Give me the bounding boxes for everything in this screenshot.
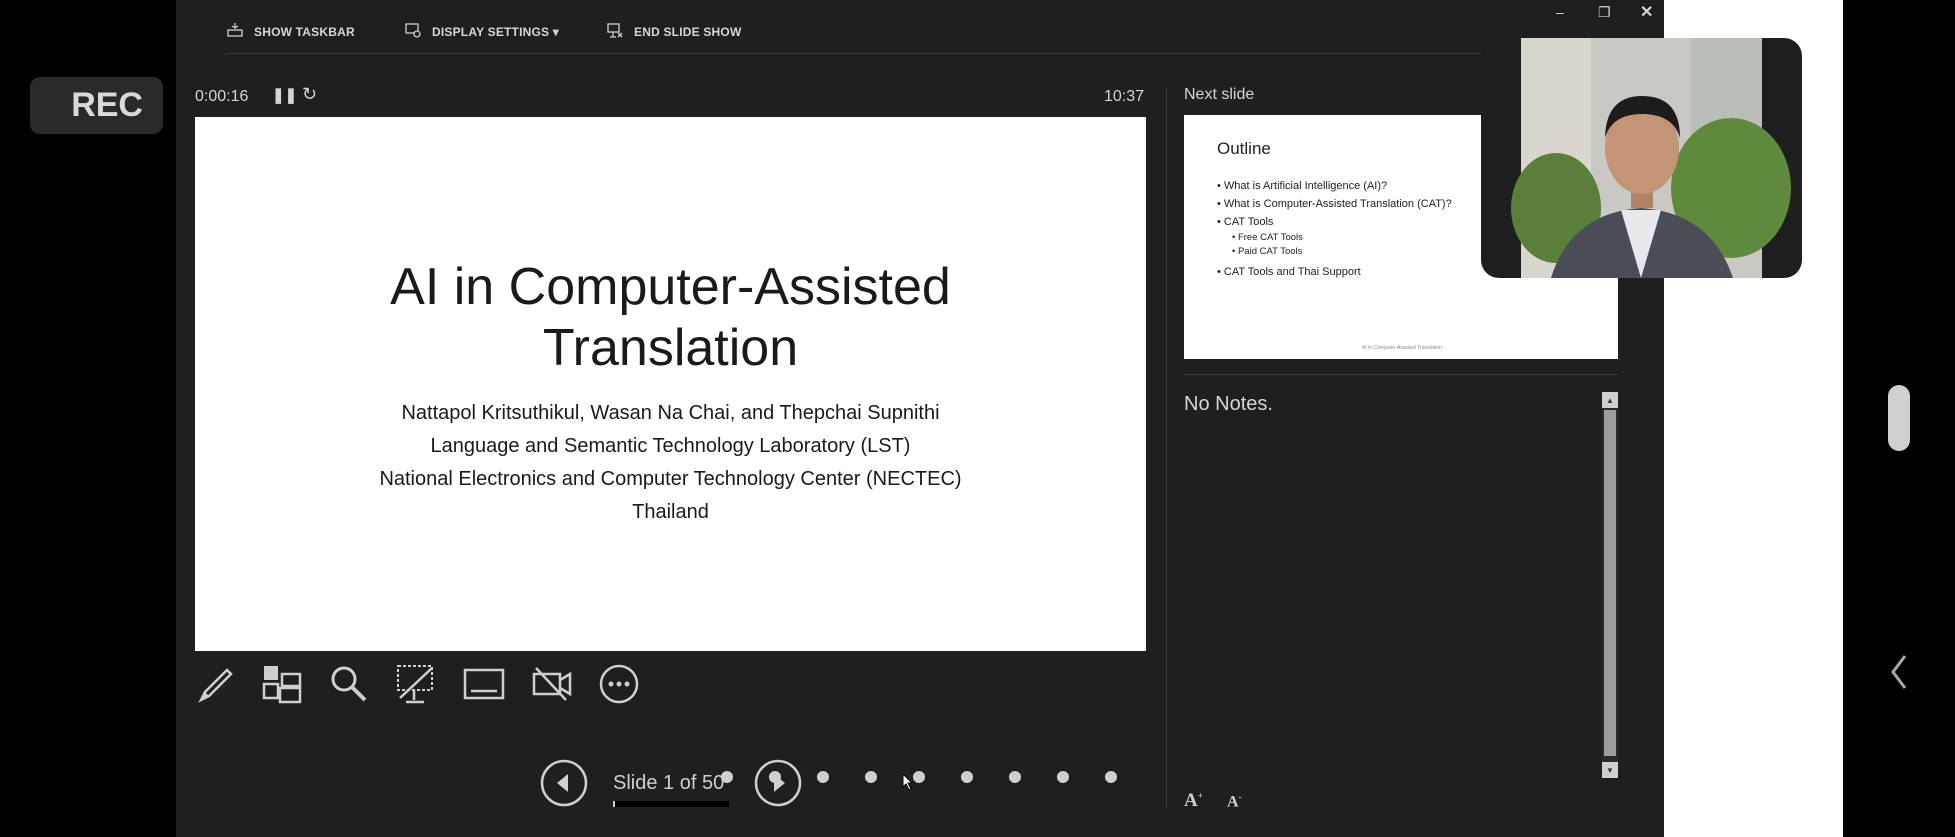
slide-progress-track — [613, 801, 729, 807]
notes-divider — [1184, 374, 1618, 375]
end-slide-show-label: END SLIDE SHOW — [634, 24, 742, 39]
elapsed-timer: 0:00:16 — [195, 88, 249, 105]
show-taskbar-button[interactable]: SHOW TASKBAR — [226, 21, 355, 42]
next-slide-footer: AI in Computer-Assisted Translation — [1362, 345, 1442, 351]
bullet-item: • CAT Tools and Thai Support — [1217, 266, 1361, 278]
notes-scrollbar[interactable]: ▲ ▼ — [1602, 392, 1618, 778]
magnify-icon[interactable] — [327, 662, 371, 706]
pen-icon[interactable] — [193, 662, 237, 706]
slides-grid-icon[interactable] — [260, 662, 304, 706]
slide-counter[interactable]: Slide 1 of 50 — [613, 772, 724, 795]
slide-lab: Language and Semantic Technology Laborat… — [430, 435, 911, 457]
slide-country: Thailand — [632, 501, 709, 523]
subtitles-icon[interactable] — [462, 662, 506, 706]
scroll-down-arrow[interactable]: ▼ — [1602, 762, 1618, 778]
bullet-item: • CAT Tools — [1217, 216, 1274, 228]
taskbar-icon — [226, 21, 244, 42]
minimize-icon[interactable]: – — [1556, 4, 1564, 20]
current-slide[interactable]: AI in Computer-Assisted Translation Natt… — [195, 117, 1146, 651]
rec-badge: REC — [30, 77, 163, 134]
end-show-icon — [606, 21, 624, 42]
slide-title-line2: Translation — [542, 319, 799, 377]
chevron-left-icon[interactable] — [1885, 652, 1915, 692]
toolbar-divider — [226, 53, 1606, 54]
scroll-handle[interactable] — [1888, 385, 1910, 451]
clock: 10:37 — [1104, 88, 1145, 105]
mouse-cursor-icon — [902, 772, 914, 796]
next-slide-bullets: • What is Artificial Intelligence (AI)? … — [1217, 177, 1452, 281]
notes-text: No Notes. — [1184, 393, 1273, 415]
next-slide-title: Outline — [1217, 139, 1271, 158]
next-slide-heading: Next slide — [1184, 86, 1255, 103]
bullet-subitem: • Free CAT Tools — [1232, 232, 1303, 243]
restore-icon[interactable]: ❐ — [1598, 4, 1611, 21]
scroll-track[interactable] — [1604, 410, 1616, 756]
scroll-up-arrow[interactable]: ▲ — [1602, 392, 1618, 408]
more-icon[interactable] — [597, 662, 641, 706]
slide-authors: Nattapol Kritsuthikul, Wasan Na Chai, an… — [401, 402, 940, 424]
camera-off-icon[interactable] — [530, 662, 574, 706]
rec-label: REC — [71, 86, 143, 124]
slide-title-line1: AI in Computer-Assisted — [390, 258, 951, 316]
bullet-subitem: • Paid CAT Tools — [1232, 246, 1303, 257]
webcam-overlay — [1481, 38, 1802, 278]
laser-pointer-dots — [721, 769, 1121, 785]
previous-icon[interactable] — [540, 759, 588, 807]
pause-icon[interactable]: ❚❚ — [272, 86, 297, 104]
slide-progress-fill — [613, 801, 616, 807]
pane-divider — [1166, 88, 1167, 808]
end-slide-show-button[interactable]: END SLIDE SHOW — [606, 21, 741, 42]
slide-center: National Electronics and Computer Techno… — [379, 468, 962, 490]
slide-subtitle: Nattapol Kritsuthikul, Wasan Na Chai, an… — [195, 397, 1146, 529]
black-screen-icon[interactable] — [394, 662, 438, 706]
slide-title: AI in Computer-Assisted Translation — [195, 257, 1146, 379]
presenter-photo — [1511, 38, 1791, 278]
display-settings-label: DISPLAY SETTINGS ▾ — [432, 24, 559, 39]
bullet-item: • What is Artificial Intelligence (AI)? — [1217, 180, 1388, 192]
font-increase-icon[interactable]: A+ — [1184, 790, 1203, 812]
font-decrease-icon[interactable]: A- — [1227, 792, 1242, 811]
close-icon[interactable]: ✕ — [1640, 2, 1653, 22]
display-settings-button[interactable]: DISPLAY SETTINGS ▾ — [404, 21, 559, 42]
show-taskbar-label: SHOW TASKBAR — [254, 24, 355, 39]
display-settings-icon — [404, 21, 422, 42]
restart-timer-icon[interactable]: ↻ — [302, 84, 317, 105]
bullet-item: • What is Computer-Assisted Translation … — [1217, 198, 1452, 210]
